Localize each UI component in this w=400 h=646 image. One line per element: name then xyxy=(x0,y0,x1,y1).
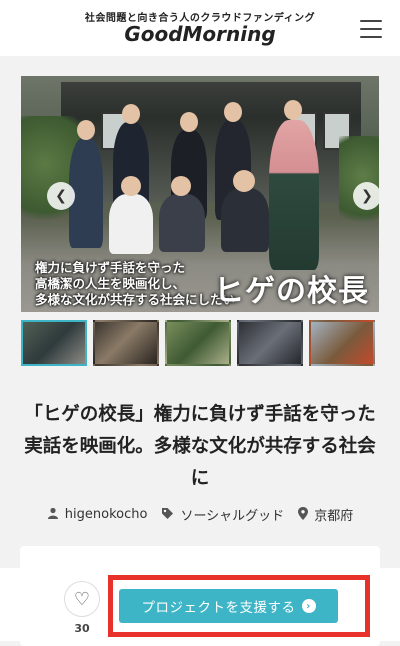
category-name: ソーシャルグッド xyxy=(180,509,285,524)
location-name: 京都府 xyxy=(314,509,354,524)
user-icon xyxy=(47,507,59,522)
project-title: 「ヒゲの校長」権力に負けず手話を守った実話を映画化。多様な文化が共存する社会に xyxy=(24,404,376,489)
location-link[interactable]: 京都府 xyxy=(298,505,353,524)
heart-icon[interactable]: ♡ xyxy=(64,581,100,617)
thumbnail-3[interactable] xyxy=(165,320,231,366)
hero-film-title: ヒゲの校長 xyxy=(214,274,369,309)
hamburger-menu-icon[interactable] xyxy=(360,20,382,38)
project-meta: higenokocho ソーシャルグッド 京都府 xyxy=(0,505,400,524)
thumbnail-5[interactable] xyxy=(309,320,375,366)
chevron-right-circle-icon: › xyxy=(301,599,316,613)
hero-image: 権力に負けず手話を守った 高橋潔の人生を映画化し、 多様な文化が共存する社会にし… xyxy=(21,76,379,312)
tag-icon xyxy=(161,507,174,523)
hero-caption: 権力に負けず手話を守った 高橋潔の人生を映画化し、 多様な文化が共存する社会にし… xyxy=(35,260,235,308)
site-header: 社会問題と向き合う人のクラウドファンディング GoodMorning xyxy=(0,0,400,56)
hero-caption-line-1: 権力に負けず手話を守った xyxy=(35,260,186,275)
author-name: higenokocho xyxy=(64,507,148,522)
thumbnail-4[interactable] xyxy=(237,320,303,366)
hero-caption-line-3: 多様な文化が共存する社会にしたい xyxy=(35,292,236,307)
support-button-label: プロジェクトを支援する xyxy=(141,600,296,616)
like-count: 30 xyxy=(74,622,90,635)
hero-caption-line-2: 高橋潔の人生を映画化し、 xyxy=(35,276,186,291)
site-logo[interactable]: GoodMorning xyxy=(0,22,400,46)
author-link[interactable]: higenokocho xyxy=(47,505,148,524)
category-link[interactable]: ソーシャルグッド xyxy=(161,505,284,524)
support-project-button[interactable]: プロジェクトを支援する › xyxy=(119,589,338,623)
thumbnail-1[interactable] xyxy=(21,320,87,366)
thumbnail-strip xyxy=(21,320,381,368)
chevron-right-icon[interactable]: ❯ xyxy=(353,182,379,210)
thumbnail-2[interactable] xyxy=(93,320,159,366)
location-pin-icon xyxy=(298,506,309,523)
chevron-left-icon[interactable]: ❮ xyxy=(47,182,75,210)
